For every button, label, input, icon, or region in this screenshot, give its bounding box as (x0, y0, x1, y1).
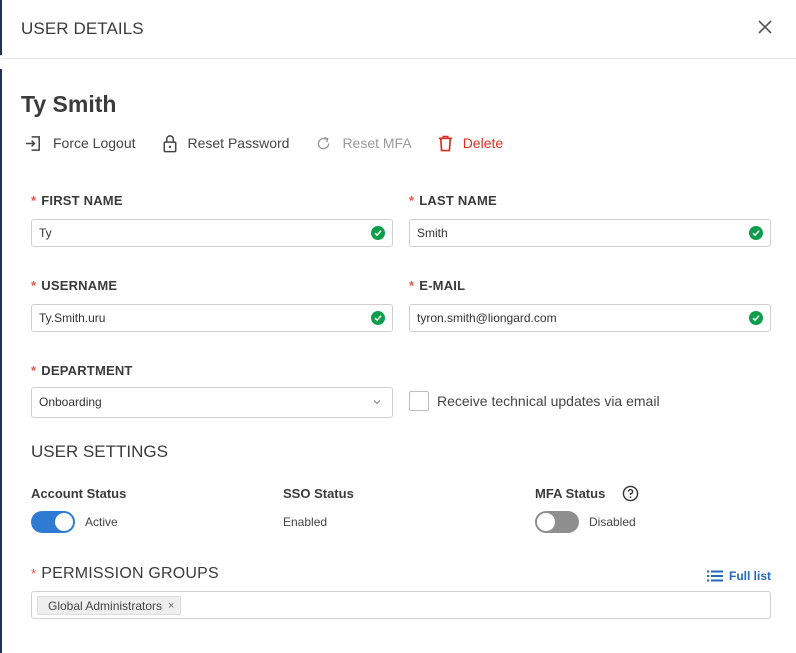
trash-icon (438, 135, 452, 151)
required-marker: * (31, 193, 37, 208)
email-field[interactable]: tyron.smith@liongard.com (409, 304, 771, 332)
username-value: Ty.Smith.uru (39, 311, 106, 325)
permission-group-tag: Global Administrators × (37, 596, 182, 615)
mfa-status-toggle[interactable] (535, 511, 579, 533)
list-icon (707, 570, 723, 582)
mfa-status-value: Disabled (589, 515, 636, 529)
username-field[interactable]: Ty.Smith.uru (31, 304, 393, 332)
user-name-heading: Ty Smith (21, 91, 117, 117)
mfa-status-label: MFA Status (535, 486, 606, 501)
first-name-field[interactable]: Ty (31, 219, 393, 247)
first-name-value: Ty (39, 226, 52, 240)
email-label: * E-MAIL (409, 278, 466, 293)
force-logout-button[interactable]: Force Logout (24, 134, 136, 153)
department-select[interactable]: Onboarding (31, 387, 393, 418)
account-status-toggle[interactable] (31, 511, 75, 533)
technical-updates-label: Receive technical updates via email (437, 393, 660, 409)
reset-password-button[interactable]: Reset Password (162, 134, 290, 153)
valid-check-icon (749, 226, 763, 240)
refresh-icon (318, 136, 330, 149)
reset-mfa-button[interactable]: Reset MFA (315, 135, 412, 152)
user-settings-title: USER SETTINGS (31, 442, 168, 461)
full-list-link[interactable]: Full list (707, 569, 771, 583)
valid-check-icon (371, 311, 385, 325)
required-marker: * (31, 363, 37, 378)
department-label: * DEPARTMENT (31, 363, 133, 378)
tag-remove-icon[interactable]: × (168, 600, 174, 612)
reset-mfa-label: Reset MFA (342, 135, 412, 151)
full-list-label: Full list (729, 569, 771, 583)
help-icon[interactable] (622, 485, 639, 502)
technical-updates-option[interactable]: Receive technical updates via email (409, 391, 660, 411)
left-panel-edge (0, 0, 2, 653)
account-status-value: Active (85, 515, 118, 529)
dialog-header: USER DETAILS (2, 0, 796, 59)
reset-password-label: Reset Password (187, 135, 290, 151)
valid-check-icon (371, 226, 385, 240)
chevron-down-icon (373, 400, 381, 405)
sso-status-label: SSO Status (283, 486, 354, 501)
tag-label: Global Administrators (48, 598, 163, 613)
logout-icon (25, 135, 40, 151)
permission-groups-input[interactable]: Global Administrators × (31, 591, 771, 619)
last-name-field[interactable]: Smith (409, 219, 771, 247)
first-name-label: * FIRST NAME (31, 193, 123, 208)
delete-button[interactable]: Delete (438, 135, 503, 152)
permission-groups-label: * PERMISSION GROUPS (31, 565, 219, 582)
last-name-label: * LAST NAME (409, 193, 497, 208)
toggle-knob (55, 513, 73, 531)
required-marker: * (409, 193, 415, 208)
valid-check-icon (749, 311, 763, 325)
action-toolbar: Force Logout Reset Password Reset MFA De… (24, 132, 529, 154)
department-value: Onboarding (39, 395, 102, 409)
lock-icon (163, 134, 176, 152)
toggle-knob (537, 513, 555, 531)
required-marker: * (409, 278, 415, 293)
force-logout-label: Force Logout (53, 135, 136, 151)
close-icon (758, 20, 772, 34)
close-button[interactable] (757, 19, 773, 35)
sso-status-value: Enabled (283, 515, 328, 529)
email-value: tyron.smith@liongard.com (417, 311, 557, 325)
delete-label: Delete (462, 135, 504, 151)
technical-updates-checkbox[interactable] (409, 391, 429, 411)
required-marker: * (31, 566, 37, 581)
dialog-title: USER DETAILS (21, 19, 144, 38)
username-label: * USERNAME (31, 278, 118, 293)
last-name-value: Smith (417, 226, 448, 240)
account-status-label: Account Status (31, 486, 127, 501)
required-marker: * (31, 278, 37, 293)
